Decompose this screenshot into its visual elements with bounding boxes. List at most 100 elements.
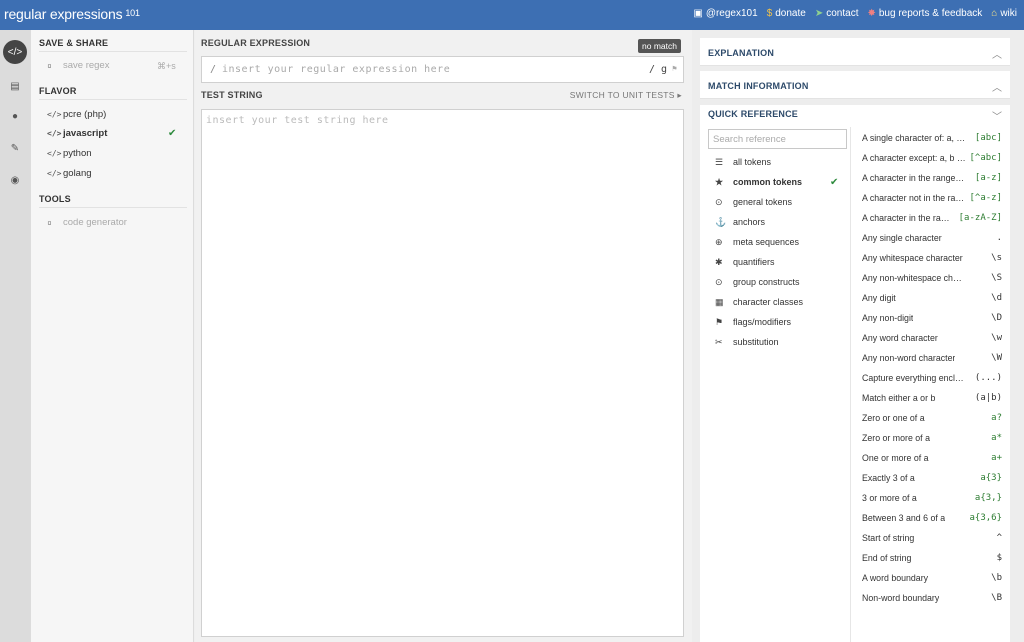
reference-token: ^ bbox=[996, 533, 1002, 543]
reference-token: a{3} bbox=[980, 473, 1002, 483]
reference-description: End of string bbox=[862, 553, 912, 563]
reference-search-input[interactable]: Search reference bbox=[708, 129, 847, 149]
match-info-panel-header[interactable]: MATCH INFORMATION ︿ bbox=[700, 71, 1010, 99]
code-icon[interactable]: </> bbox=[3, 40, 27, 64]
book-icon[interactable]: ▤ bbox=[3, 74, 27, 98]
database-icon: ☰ bbox=[715, 157, 724, 167]
divider bbox=[39, 207, 187, 208]
flag-icon[interactable]: ⚑ bbox=[672, 64, 677, 73]
reference-description: Zero or one of a bbox=[862, 413, 925, 423]
editor-area: REGULAR EXPRESSION no match / insert you… bbox=[195, 30, 692, 642]
regex-input[interactable]: / insert your regular expression here / … bbox=[201, 56, 684, 83]
twitter-link[interactable]: ▣ @regex101 bbox=[693, 8, 757, 19]
top-bar: regular expressions 101 ▣ @regex101 $ donat… bbox=[0, 0, 1024, 30]
category-common-tokens[interactable]: ★ common tokens bbox=[715, 177, 802, 188]
regex-flags-button[interactable]: / g bbox=[649, 64, 667, 75]
reference-token: \d bbox=[991, 293, 1002, 303]
flavor-label: python bbox=[63, 148, 92, 159]
flavor-heading: FLAVOR bbox=[39, 86, 77, 96]
save-regex-button[interactable]: ▫ save regex bbox=[47, 60, 109, 71]
reference-token: (a|b) bbox=[974, 393, 1002, 403]
send-icon: ➤ bbox=[814, 8, 824, 19]
circle-dot-icon: ⊙ bbox=[715, 277, 723, 287]
bank-icon: ⌂ bbox=[991, 8, 998, 19]
reference-description: A single character of: a, b or c bbox=[862, 133, 966, 143]
category-quantifiers[interactable]: ✱ quantifiers bbox=[715, 257, 775, 268]
reference-token: a+ bbox=[991, 453, 1002, 463]
asterisk-icon: ✱ bbox=[715, 257, 723, 267]
circle-dot-icon: ⊙ bbox=[715, 197, 723, 207]
check-icon: ✔ bbox=[168, 128, 177, 139]
reference-description: 3 or more of a bbox=[862, 493, 917, 503]
test-string-input[interactable]: insert your test string here bbox=[201, 109, 684, 637]
reference-description: Exactly 3 of a bbox=[862, 473, 915, 483]
category-meta-sequences[interactable]: ⊕ meta sequences bbox=[715, 237, 799, 248]
flavor-pcre[interactable]: </> pcre (php) bbox=[47, 109, 106, 120]
reference-description: Any whitespace character bbox=[862, 253, 963, 263]
save-icon: ▫ bbox=[47, 61, 52, 70]
reference-description: A character in the range: a-z bbox=[862, 173, 966, 183]
flavor-golang[interactable]: </> golang bbox=[47, 168, 92, 179]
bug-report-label: bug reports & feedback bbox=[878, 8, 983, 19]
tools-heading: TOOLS bbox=[39, 194, 71, 204]
bug-report-link[interactable]: ✸ bug reports & feedback bbox=[867, 8, 982, 19]
reference-description: Zero or more of a bbox=[862, 433, 930, 443]
category-label: anchors bbox=[733, 217, 766, 227]
reference-token: \B bbox=[991, 593, 1002, 603]
explanation-panel-header[interactable]: EXPLANATION ︿ bbox=[700, 38, 1010, 66]
wrench-icon[interactable]: ✎ bbox=[3, 136, 27, 160]
reference-token: [^a-z] bbox=[969, 193, 1002, 203]
check-icon: ✔ bbox=[830, 177, 839, 188]
grid-icon: ▦ bbox=[715, 297, 724, 307]
test-string-placeholder: insert your test string here bbox=[206, 115, 389, 126]
category-label: common tokens bbox=[733, 177, 803, 187]
reference-description: Any non-digit bbox=[862, 313, 914, 323]
donate-link[interactable]: $ donate bbox=[767, 8, 806, 19]
code-generator-button[interactable]: ▫ code generator bbox=[47, 217, 127, 228]
reference-token: \s bbox=[991, 253, 1002, 263]
reference-description: Any word character bbox=[862, 333, 938, 343]
reference-description: A word boundary bbox=[862, 573, 929, 583]
switch-unit-tests-button[interactable]: SWITCH TO UNIT TESTS ▸ bbox=[570, 90, 682, 101]
category-anchors[interactable]: ⚓ anchors bbox=[715, 217, 765, 228]
sidebar: SAVE & SHARE ▫ save regex ⌘+s FLAVOR </> p… bbox=[31, 30, 194, 642]
user-icon[interactable]: ● bbox=[3, 104, 27, 128]
reference-description: One or more of a bbox=[862, 453, 929, 463]
flavor-python[interactable]: </> python bbox=[47, 148, 92, 159]
category-flags-modifiers[interactable]: ⚑ flags/modifiers bbox=[715, 317, 791, 328]
reference-description: Between 3 and 6 of a bbox=[862, 513, 946, 523]
icon-bar: </> ▤ ● ✎ ◉ bbox=[0, 30, 31, 642]
reference-description: Non-word boundary bbox=[862, 593, 940, 603]
category-substitution[interactable]: ✂ substitution bbox=[715, 337, 779, 348]
chevron-down-icon[interactable]: ﹀ bbox=[992, 108, 1002, 123]
quick-reference-panel: QUICK REFERENCE ﹀ Search reference ☰ all … bbox=[700, 105, 1010, 642]
logo-text: regular expressions bbox=[4, 6, 123, 22]
chevron-up-icon[interactable]: ︿ bbox=[992, 79, 1002, 94]
logo-version: 101 bbox=[125, 8, 140, 18]
reference-token: $ bbox=[996, 553, 1002, 563]
code-generator-label: code generator bbox=[63, 217, 127, 228]
category-all-tokens[interactable]: ☰ all tokens bbox=[715, 157, 771, 168]
chevron-up-icon[interactable]: ︿ bbox=[992, 46, 1002, 61]
wiki-label: wiki bbox=[1000, 8, 1017, 19]
reference-token: \W bbox=[991, 353, 1002, 363]
dollar-icon: $ bbox=[766, 8, 773, 19]
category-general-tokens[interactable]: ⊙ general tokens bbox=[715, 197, 792, 208]
test-string-heading: TEST STRING bbox=[201, 90, 263, 100]
wiki-link[interactable]: ⌂ wiki bbox=[991, 8, 1017, 19]
contact-link[interactable]: ➤ contact bbox=[815, 8, 859, 19]
category-character-classes[interactable]: ▦ character classes bbox=[715, 297, 803, 308]
logo[interactable]: regular expressions 101 bbox=[4, 6, 140, 22]
save-regex-label: save regex bbox=[63, 60, 110, 71]
flavor-javascript[interactable]: </> javascript bbox=[47, 128, 107, 139]
category-label: general tokens bbox=[733, 197, 793, 207]
category-label: flags/modifiers bbox=[733, 317, 792, 327]
code-icon: </> bbox=[47, 129, 62, 138]
category-label: all tokens bbox=[733, 157, 772, 167]
star-icon: ★ bbox=[715, 177, 724, 187]
chat-icon[interactable]: ◉ bbox=[3, 168, 27, 192]
reference-token: a{3,} bbox=[974, 493, 1002, 503]
category-group-constructs[interactable]: ⊙ group constructs bbox=[715, 277, 800, 288]
globe-icon: ⊕ bbox=[715, 237, 723, 247]
scissors-icon: ✂ bbox=[715, 337, 723, 347]
